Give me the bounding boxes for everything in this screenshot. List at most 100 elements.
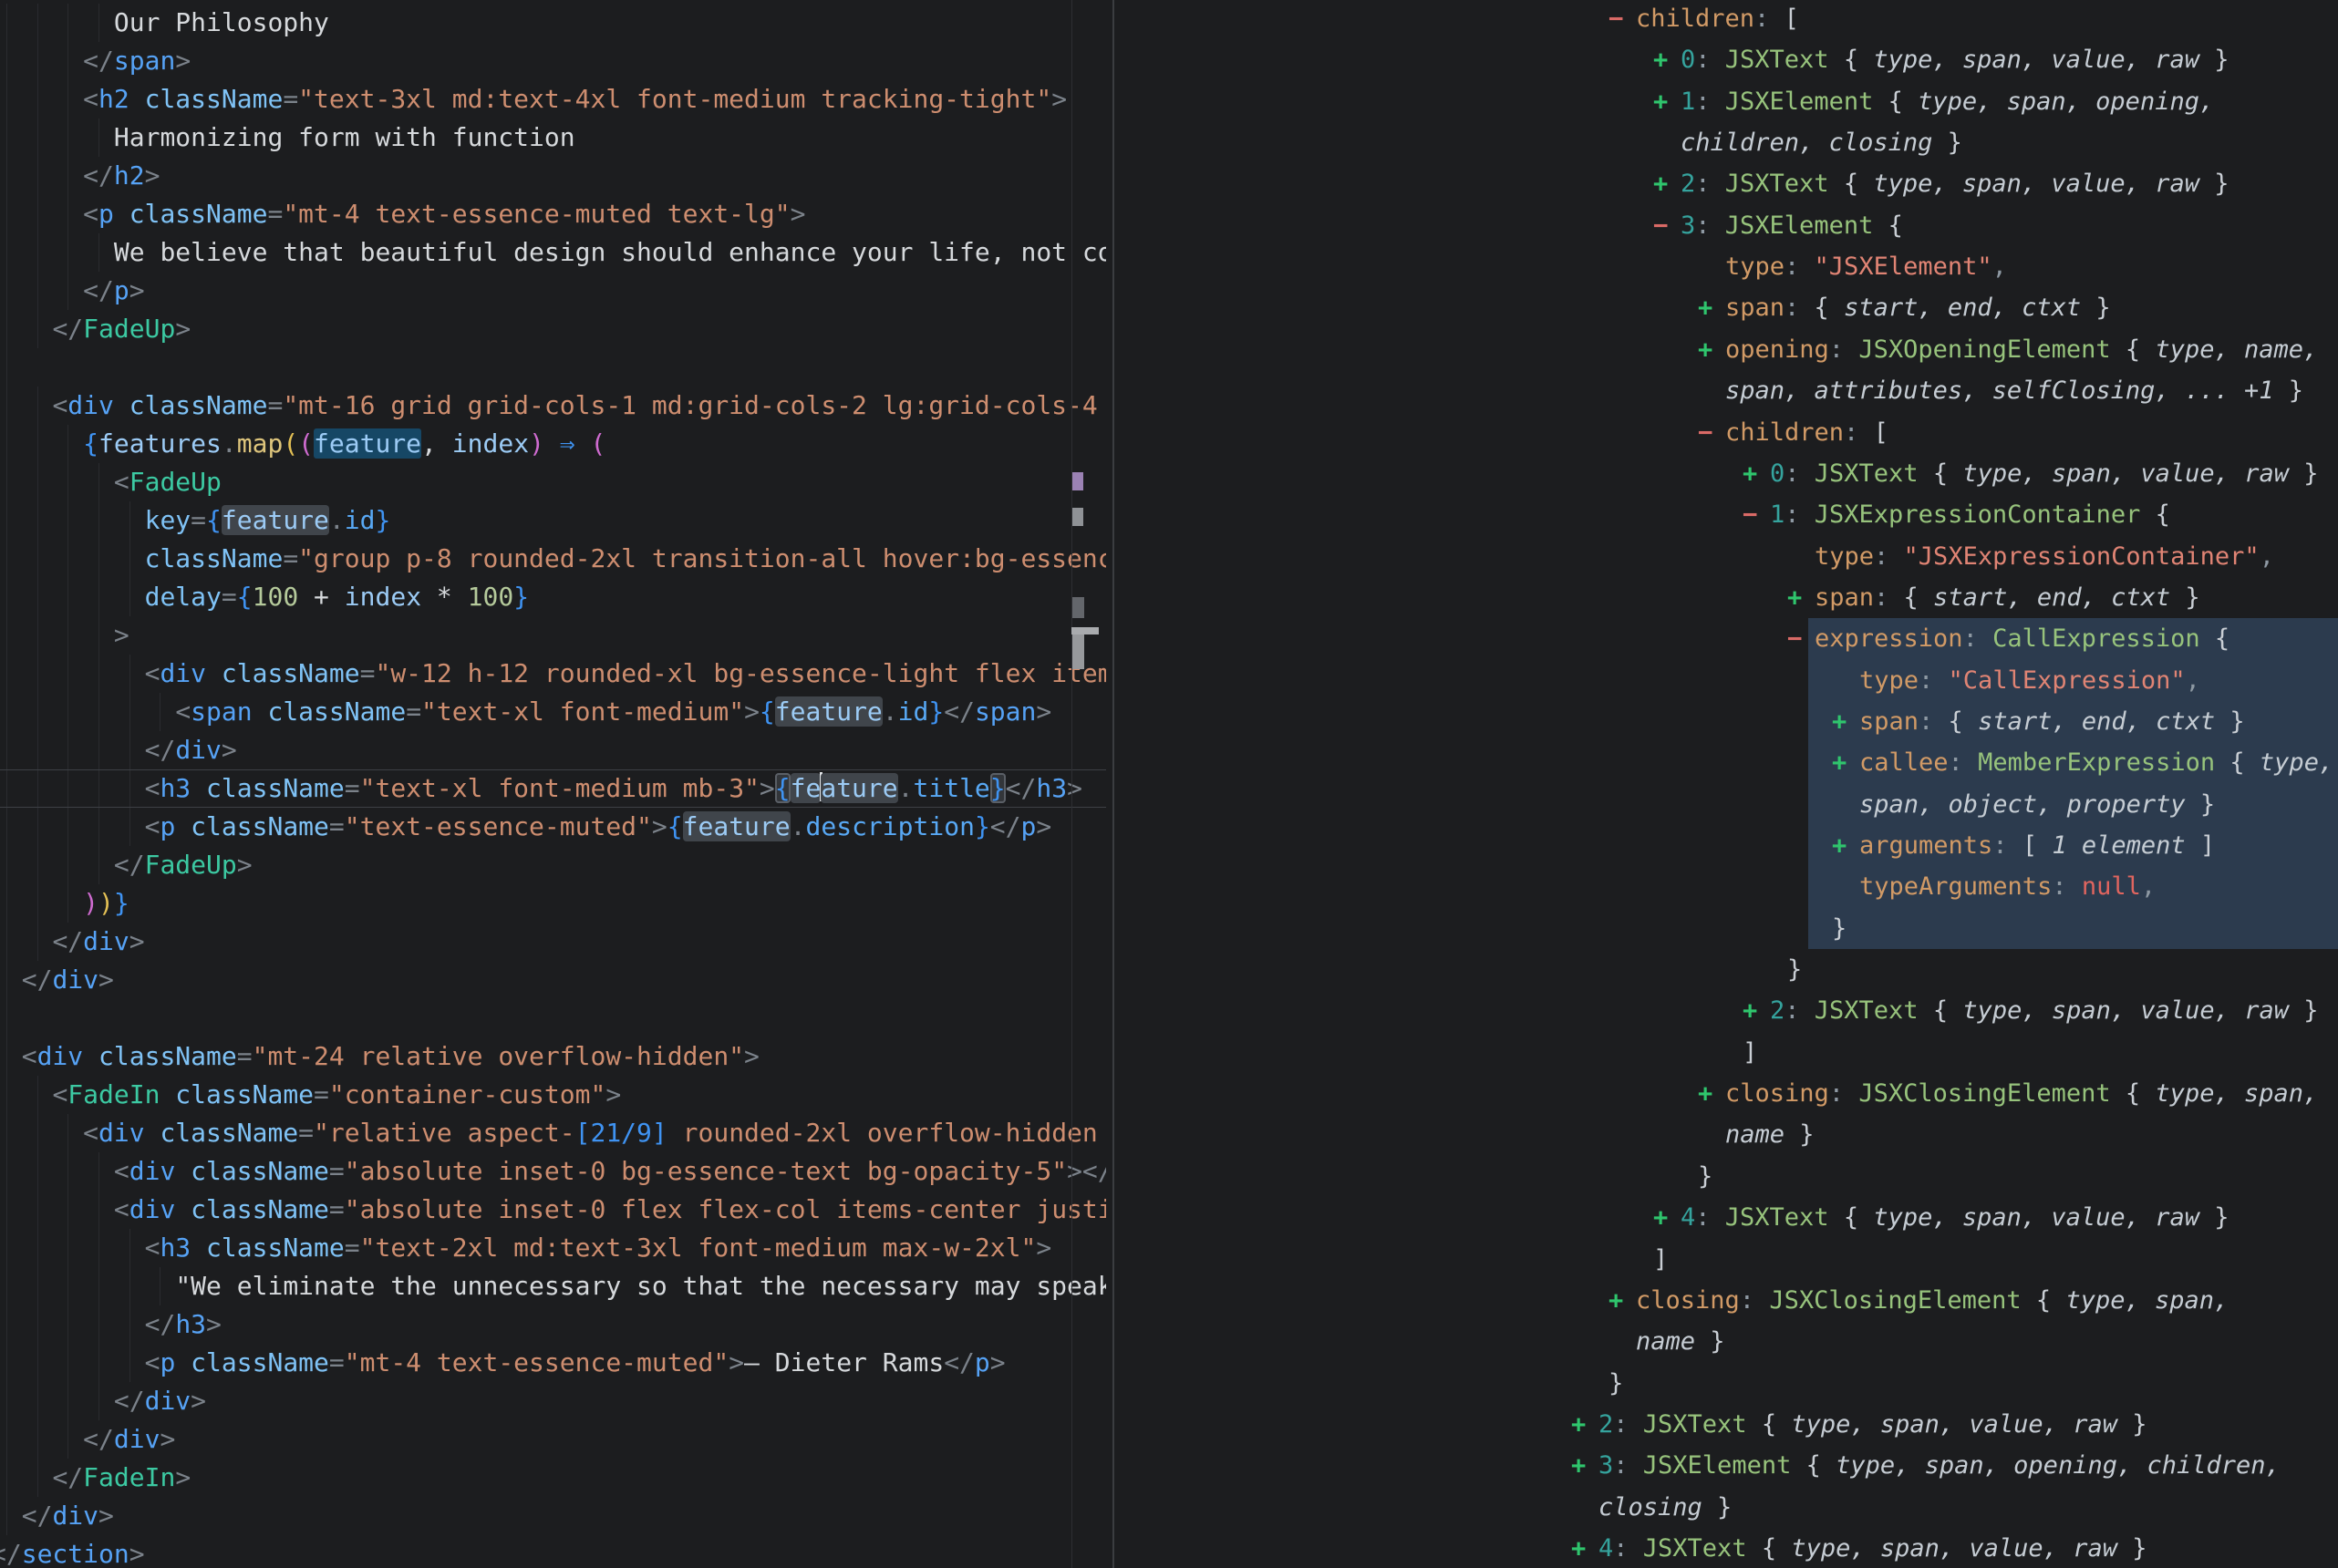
ast-node-line[interactable]: } [0, 1363, 2338, 1405]
ast-node-line[interactable]: + span: { start, end, ctxt } [0, 701, 2338, 743]
expand-toggle-icon[interactable]: + [1653, 1197, 1668, 1239]
collapse-toggle-icon[interactable]: − [1698, 412, 1712, 454]
ast-node-text: span: { start, end, ctxt } [1859, 701, 2245, 743]
ast-node-line[interactable]: +0: JSXText { type, span, value, raw } [0, 453, 2338, 495]
ast-node-line[interactable]: + opening: JSXOpeningElement { type, name… [0, 329, 2338, 371]
ast-node-line[interactable]: + span: { start, end, ctxt } [0, 577, 2338, 619]
ast-node-text: typeArguments: null, [1859, 866, 2156, 908]
ast-node-text: 1: JSXExpressionContainer { [1770, 494, 2170, 536]
expand-toggle-icon[interactable]: + [1832, 742, 1847, 784]
ast-node-text: children, closing } [1681, 122, 1962, 164]
ast-node-line[interactable]: children, closing } [0, 122, 2338, 164]
ast-node-line[interactable]: + closing: JSXClosingElement { type, span… [0, 1280, 2338, 1322]
ast-node-text: ] [1653, 1239, 1668, 1281]
expand-toggle-icon[interactable]: + [1832, 825, 1847, 867]
ast-node-text: } [1787, 949, 1802, 991]
ast-node-line[interactable]: −children: [ [0, 412, 2338, 454]
ast-node-text: } [1832, 908, 1847, 950]
ast-node-line[interactable]: closing } [0, 1487, 2338, 1529]
ast-node-line[interactable]: +4: JSXText { type, span, value, raw } [0, 1528, 2338, 1568]
ast-node-text: type: "JSXExpressionContainer", [1815, 536, 2274, 578]
ast-node-text: callee: MemberExpression { type, [1859, 742, 2333, 784]
expand-toggle-icon[interactable]: + [1653, 39, 1668, 81]
expand-toggle-icon[interactable]: + [1787, 577, 1802, 619]
ast-node-text: closing: JSXClosingElement { type, span, [1636, 1280, 2229, 1322]
ast-node-line[interactable]: ] [0, 1239, 2338, 1281]
ast-node-text: span, attributes, selfClosing, ... +1 } [1725, 370, 2303, 412]
expand-toggle-icon[interactable]: + [1653, 163, 1668, 205]
expand-toggle-icon[interactable]: + [1832, 701, 1847, 743]
ast-node-line[interactable]: name } [0, 1114, 2338, 1156]
ast-node-line[interactable]: } [0, 1156, 2338, 1198]
ast-node-line[interactable]: type: "JSXElement", [0, 246, 2338, 288]
expand-toggle-icon[interactable]: + [1571, 1404, 1586, 1446]
ast-node-line[interactable]: +1: JSXElement { type, span, opening, [0, 81, 2338, 123]
ast-node-line[interactable]: span, object, property } [0, 784, 2338, 826]
ast-node-text: 3: JSXElement { type, span, opening, chi… [1598, 1445, 2281, 1487]
ast-node-text: 4: JSXText { type, span, value, raw } [1598, 1528, 2147, 1568]
ast-node-text: arguments: [ 1 element ] [1859, 825, 2215, 867]
ast-node-text: closing: JSXClosingElement { type, span, [1725, 1073, 2318, 1115]
ast-node-line[interactable]: ] [0, 1032, 2338, 1074]
ast-node-text: 0: JSXText { type, span, value, raw } [1681, 39, 2229, 81]
ast-node-line[interactable]: +2: JSXText { type, span, value, raw } [0, 990, 2338, 1032]
ast-node-text: 1: JSXElement { type, span, opening, [1681, 81, 2214, 123]
ast-node-line[interactable]: + closing: JSXClosingElement { type, span… [0, 1073, 2338, 1115]
ast-node-text: 3: JSXElement { [1681, 205, 1903, 247]
ast-node-line[interactable]: + arguments: [ 1 element ] [0, 825, 2338, 867]
expand-toggle-icon[interactable]: + [1743, 453, 1757, 495]
ast-node-line[interactable]: −1: JSXExpressionContainer { [0, 494, 2338, 536]
collapse-toggle-icon[interactable]: − [1787, 618, 1802, 660]
ast-node-line[interactable]: } [0, 908, 2338, 950]
ast-node-text: ] [1743, 1032, 1757, 1074]
expand-toggle-icon[interactable]: + [1653, 81, 1668, 123]
ast-node-text: 2: JSXText { type, span, value, raw } [1770, 990, 2318, 1032]
ast-node-text: expression: CallExpression { [1815, 618, 2229, 660]
ast-node-line[interactable]: +0: JSXText { type, span, value, raw } [0, 39, 2338, 81]
ast-node-line[interactable]: +2: JSXText { type, span, value, raw } [0, 1404, 2338, 1446]
ast-node-text: span, object, property } [1859, 784, 2215, 826]
ast-node-line[interactable]: +3: JSXElement { type, span, opening, ch… [0, 1445, 2338, 1487]
ast-node-line[interactable]: −expression: CallExpression { [0, 618, 2338, 660]
ast-node-text: name } [1725, 1114, 1815, 1156]
collapse-toggle-icon[interactable]: − [1743, 494, 1757, 536]
expand-toggle-icon[interactable]: + [1571, 1445, 1586, 1487]
ast-node-line[interactable]: + callee: MemberExpression { type, [0, 742, 2338, 784]
ast-node-line[interactable]: + span: { start, end, ctxt } [0, 287, 2338, 329]
ast-node-text: 0: JSXText { type, span, value, raw } [1770, 453, 2318, 495]
ast-node-line[interactable]: −3: JSXElement { [0, 205, 2338, 247]
expand-toggle-icon[interactable]: + [1698, 1073, 1712, 1115]
ast-node-line[interactable]: span, attributes, selfClosing, ... +1 } [0, 370, 2338, 412]
expand-toggle-icon[interactable]: + [1698, 287, 1712, 329]
ast-node-text: name } [1636, 1321, 1725, 1363]
expand-toggle-icon[interactable]: + [1571, 1528, 1586, 1568]
collapse-toggle-icon[interactable]: − [1653, 205, 1668, 247]
app-window: Our Philosophy</span><h2 className="text… [0, 0, 2338, 1568]
ast-node-line[interactable]: } [0, 949, 2338, 991]
ast-node-text: 2: JSXText { type, span, value, raw } [1598, 1404, 2147, 1446]
ast-node-text: opening: JSXOpeningElement { type, name, [1725, 329, 2318, 371]
ast-node-line[interactable]: name } [0, 1321, 2338, 1363]
ast-node-line[interactable]: +2: JSXText { type, span, value, raw } [0, 163, 2338, 205]
collapse-toggle-icon[interactable]: − [1609, 0, 1623, 40]
expand-toggle-icon[interactable]: + [1609, 1280, 1623, 1322]
ast-node-line[interactable]: −children: [ [0, 0, 2338, 40]
ast-node-text: span: { start, end, ctxt } [1815, 577, 2200, 619]
ast-node-text: } [1609, 1363, 1623, 1405]
expand-toggle-icon[interactable]: + [1698, 329, 1712, 371]
ast-node-line[interactable]: typeArguments: null, [0, 866, 2338, 908]
expand-toggle-icon[interactable]: + [1743, 990, 1757, 1032]
ast-node-text: children: [ [1725, 412, 1888, 454]
ast-tree-lines: −children: [+0: JSXText { type, span, va… [0, 0, 2338, 1568]
panel-divider[interactable] [1112, 0, 1114, 1568]
ast-node-text: span: { start, end, ctxt } [1725, 287, 2111, 329]
ast-node-text: closing } [1598, 1487, 1732, 1529]
ast-node-line[interactable]: +4: JSXText { type, span, value, raw } [0, 1197, 2338, 1239]
ast-node-line[interactable]: type: "CallExpression", [0, 660, 2338, 702]
ast-node-text: 4: JSXText { type, span, value, raw } [1681, 1197, 2229, 1239]
ast-node-text: 2: JSXText { type, span, value, raw } [1681, 163, 2229, 205]
ast-node-line[interactable]: type: "JSXExpressionContainer", [0, 536, 2338, 578]
ast-node-text: children: [ [1636, 0, 1799, 40]
ast-node-text: type: "JSXElement", [1725, 246, 2007, 288]
ast-node-text: type: "CallExpression", [1859, 660, 2200, 702]
